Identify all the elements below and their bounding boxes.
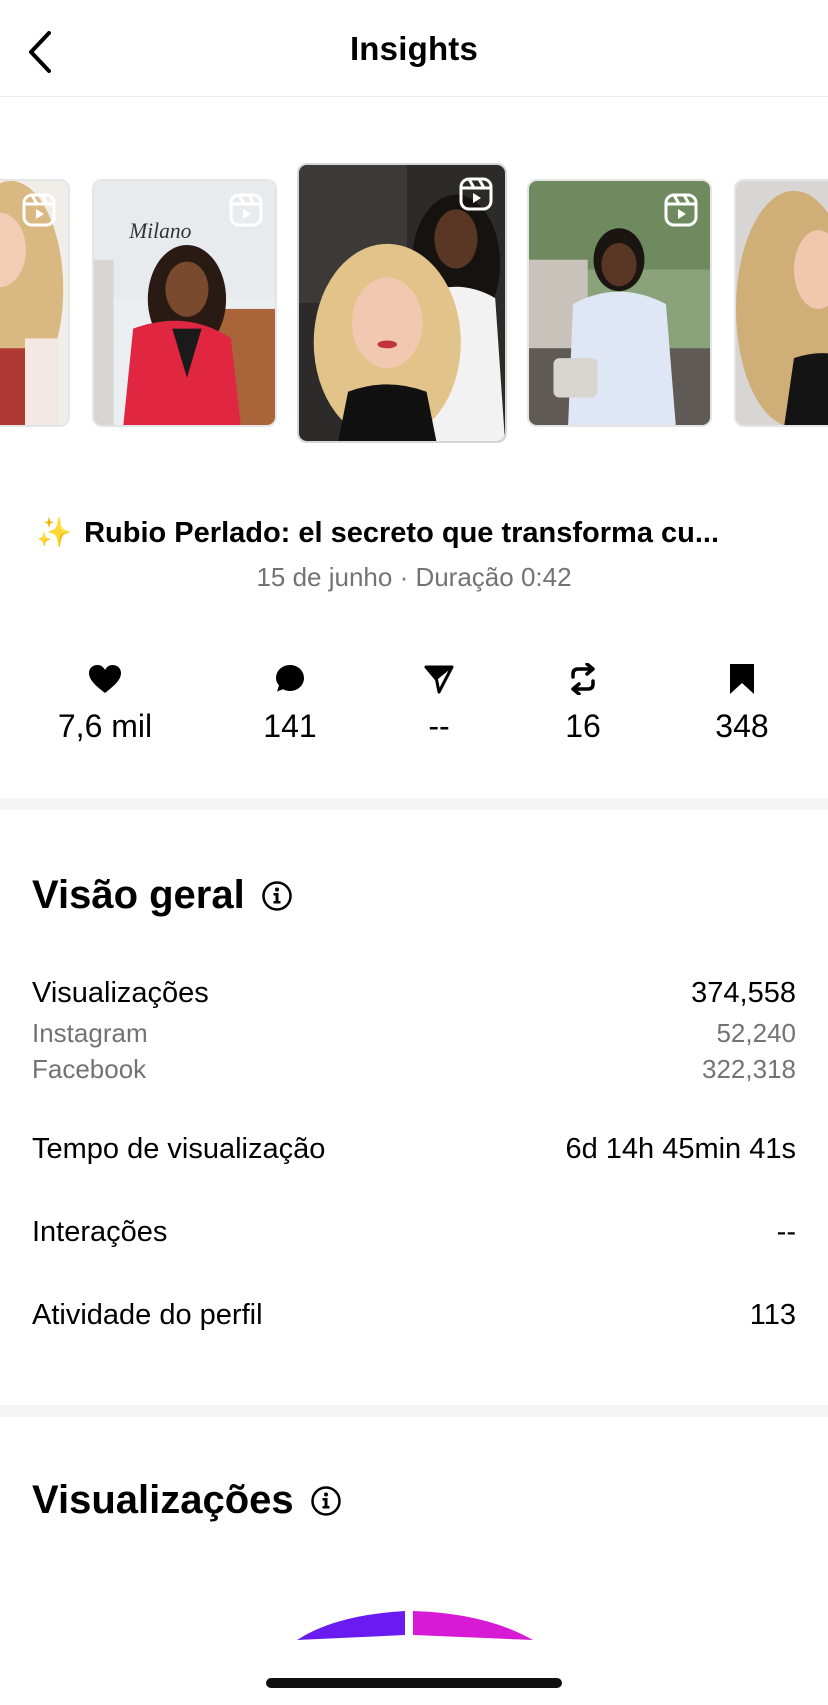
saves-count: 348 bbox=[715, 708, 769, 744]
section-divider bbox=[0, 1405, 828, 1417]
views-title: Visualizações bbox=[32, 1478, 342, 1523]
donut-segment-facebook bbox=[413, 1611, 533, 1640]
reel-thumbnail-image bbox=[736, 181, 828, 425]
metric-value: 322,318 bbox=[702, 1054, 796, 1084]
reels-icon bbox=[22, 193, 56, 227]
metric-label: Visualizações bbox=[32, 977, 209, 1009]
reels-carousel[interactable]: Milano bbox=[0, 160, 828, 450]
info-icon[interactable] bbox=[310, 1485, 342, 1517]
reels-icon bbox=[459, 177, 493, 211]
metric-value: -- bbox=[776, 1216, 796, 1248]
stat-reposts: 16 bbox=[508, 660, 658, 745]
top-bar: Insights bbox=[0, 0, 828, 97]
metric-row-instagram: Instagram 52,240 bbox=[32, 1018, 796, 1049]
comment-icon bbox=[276, 665, 304, 692]
insights-screen: Insights Milano ✨ Rubio Perlado: el secr… bbox=[0, 0, 828, 1705]
metric-row-watch-time: Tempo de visualização 6d 14h 45min 41s bbox=[32, 1133, 796, 1166]
reel-thumbnail[interactable] bbox=[734, 179, 828, 427]
stat-likes: 7,6 mil bbox=[30, 660, 180, 745]
views-donut-chart bbox=[297, 1611, 533, 1640]
reel-thumbnail[interactable]: Milano bbox=[92, 179, 277, 427]
repost-icon bbox=[571, 663, 595, 695]
reels-icon bbox=[229, 193, 263, 227]
bookmark-icon bbox=[730, 664, 754, 694]
reel-thumbnail[interactable] bbox=[527, 179, 712, 427]
reel-caption-text: Rubio Perlado: el secreto que transforma… bbox=[84, 517, 720, 549]
stat-comments: 141 bbox=[215, 660, 365, 745]
views-title-text: Visualizações bbox=[32, 1478, 294, 1522]
sparkles-icon: ✨ bbox=[36, 517, 73, 549]
engagement-stats: 7,6 mil 141 -- 16 348 bbox=[0, 660, 828, 750]
donut-segment-instagram bbox=[297, 1611, 405, 1640]
metric-row-interactions[interactable]: Interações -- bbox=[32, 1216, 796, 1249]
metric-label: Atividade do perfil bbox=[32, 1299, 263, 1331]
metric-row-profile-activity[interactable]: Atividade do perfil 113 bbox=[32, 1299, 796, 1332]
metric-value: 113 bbox=[749, 1299, 796, 1331]
stat-saves: 348 bbox=[667, 660, 817, 745]
reels-icon bbox=[664, 193, 698, 227]
section-divider bbox=[0, 798, 828, 810]
metric-value: 6d 14h 45min 41s bbox=[565, 1133, 796, 1165]
metric-label: Interações bbox=[32, 1216, 168, 1248]
overview-title: Visão geral bbox=[32, 873, 293, 918]
overview-title-text: Visão geral bbox=[32, 873, 245, 917]
reel-meta: 15 de junho · Duração 0:42 bbox=[256, 562, 572, 592]
metric-value: 374,558 bbox=[691, 977, 796, 1009]
shares-count: -- bbox=[428, 708, 450, 744]
metric-label: Instagram bbox=[32, 1018, 148, 1048]
home-indicator[interactable] bbox=[266, 1678, 562, 1688]
reel-thumbnail-selected[interactable] bbox=[297, 163, 507, 443]
metric-label: Facebook bbox=[32, 1054, 147, 1084]
metric-row-views: Visualizações 374,558 bbox=[32, 977, 796, 1010]
reposts-count: 16 bbox=[565, 708, 601, 744]
metric-row-facebook: Facebook 322,318 bbox=[32, 1054, 796, 1085]
send-icon bbox=[424, 665, 454, 694]
comments-count: 141 bbox=[263, 708, 317, 744]
metric-value: 52,240 bbox=[716, 1018, 796, 1048]
info-icon[interactable] bbox=[261, 880, 293, 912]
reel-caption: ✨ Rubio Perlado: el secreto que transform… bbox=[36, 516, 806, 550]
heart-icon bbox=[89, 665, 121, 693]
reel-thumbnail[interactable] bbox=[0, 179, 70, 427]
metric-label: Tempo de visualização bbox=[32, 1133, 326, 1165]
stat-shares: -- bbox=[364, 660, 514, 745]
page-title: Insights bbox=[349, 30, 479, 67]
likes-count: 7,6 mil bbox=[57, 708, 153, 744]
svg-text:Milano: Milano bbox=[128, 219, 191, 243]
